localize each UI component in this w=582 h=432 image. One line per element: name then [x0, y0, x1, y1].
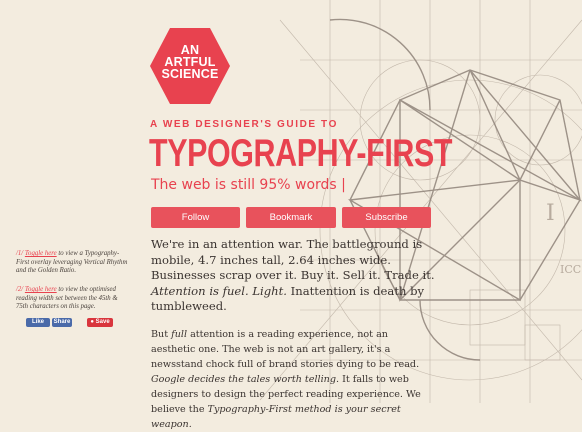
note-1-toggle-link[interactable]: Toggle here	[25, 250, 57, 257]
svg-text:ICC: ICC	[560, 263, 581, 276]
hero-kicker: A WEB DESIGNER'S GUIDE TO	[150, 119, 338, 130]
save-label: Save	[95, 319, 110, 325]
body-paragraph: But full attention is a reading experien…	[151, 327, 431, 432]
note-1-number: /1/	[16, 250, 24, 257]
lead-text-1: We're in an attention war. The battlegro…	[151, 237, 435, 283]
body-emphasis-full: full	[171, 329, 188, 340]
body-emphasis-google: Google decides the tales worth telling.	[151, 374, 340, 385]
page-title: TYPOGRAPHY-FIRST	[149, 132, 453, 175]
body-text-1: But	[151, 329, 172, 340]
bookmark-button[interactable]: Bookmark	[246, 207, 336, 228]
logo-line-3: SCIENCE	[161, 67, 219, 81]
brand-logo[interactable]: AN ARTFUL SCIENCE	[150, 26, 230, 106]
body-text-2: attention is a reading experience, not a…	[151, 329, 420, 370]
follow-button[interactable]: Follow	[151, 207, 240, 228]
sidebar-note-2: /2/ Toggle here to view the optimised re…	[16, 286, 128, 312]
pinterest-save-button[interactable]: ● Save	[87, 318, 113, 327]
subscribe-button[interactable]: Subscribe	[342, 207, 431, 228]
pin-icon: ●	[90, 319, 94, 325]
facebook-like-button[interactable]: Like	[26, 318, 50, 327]
note-2-number: /2/	[16, 286, 24, 293]
sidebar-note-1: /1/ Toggle here to view a Typography-Fir…	[16, 250, 128, 276]
lead-paragraph: We're in an attention war. The battlegro…	[151, 237, 441, 315]
logo-text: AN ARTFUL SCIENCE	[150, 44, 230, 81]
lead-emphasis: Attention is fuel. Light.	[151, 283, 287, 298]
facebook-share-button[interactable]: Share	[52, 318, 72, 327]
hero-tagline: The web is still 95% words |	[151, 177, 346, 193]
note-2-toggle-link[interactable]: Toggle here	[25, 286, 57, 293]
like-label: Like	[31, 319, 44, 325]
svg-text:I: I	[546, 201, 555, 226]
